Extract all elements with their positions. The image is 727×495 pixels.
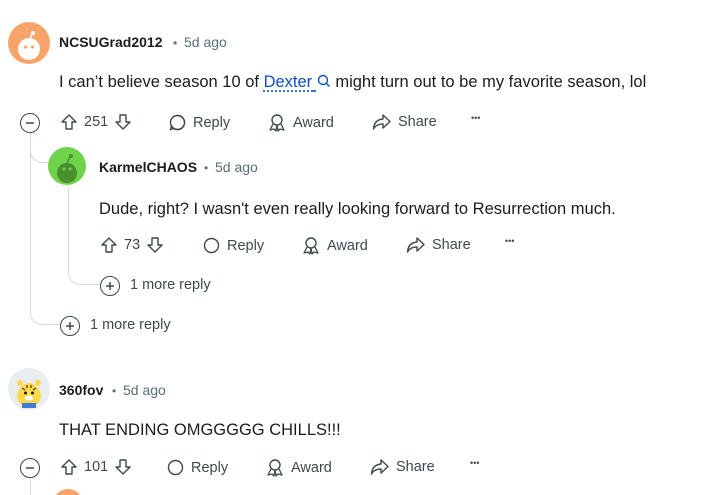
vote-bar: 251 — [60, 113, 132, 131]
comment-text: might turn out to be my favorite season,… — [330, 73, 647, 91]
collapse-button[interactable] — [20, 458, 40, 478]
avatar[interactable] — [48, 147, 86, 185]
vote-score: 101 — [84, 459, 109, 475]
share-label: Share — [432, 237, 471, 253]
more-options-icon: ••• — [471, 113, 481, 123]
more-options-button[interactable]: ••• — [470, 458, 479, 468]
more-options-button[interactable]: ••• — [471, 113, 480, 123]
reply-label: Reply — [227, 237, 265, 254]
more-replies-link[interactable]: 1 more reply — [130, 277, 211, 293]
collapse-icon — [26, 467, 34, 469]
award-icon — [267, 459, 283, 477]
comment-body: I can’t believe season 10 of Dexter migh… — [59, 73, 646, 92]
expand-icon — [106, 282, 114, 290]
expand-button[interactable] — [100, 276, 120, 296]
collapse-icon — [26, 122, 34, 124]
share-icon — [372, 114, 391, 130]
downvote-icon[interactable] — [146, 236, 164, 254]
upvote-icon[interactable] — [60, 458, 78, 476]
award-button[interactable]: Award — [265, 458, 332, 477]
upvote-icon[interactable] — [60, 113, 78, 131]
share-button[interactable]: Share — [370, 458, 435, 476]
timestamp[interactable]: 5d ago — [123, 382, 166, 398]
timestamp[interactable]: 5d ago — [184, 34, 227, 50]
snoo-avatar — [57, 154, 77, 183]
collapse-button[interactable] — [20, 113, 40, 133]
search-icon — [317, 74, 330, 87]
thread-curve-1b — [30, 280, 60, 325]
award-button[interactable]: Award — [301, 236, 368, 255]
vote-score: 251 — [84, 114, 109, 130]
expand-button[interactable] — [60, 316, 80, 336]
avatar[interactable] — [53, 489, 83, 495]
avatar[interactable] — [8, 22, 50, 64]
expand-icon — [66, 322, 74, 330]
downvote-icon[interactable] — [114, 458, 132, 476]
comment-text: I can’t believe season 10 of — [59, 73, 264, 91]
vote-score: 73 — [124, 237, 141, 253]
thread-curve-1a — [30, 133, 50, 163]
reply-button[interactable]: Reply — [166, 458, 228, 477]
snoo-avatar — [18, 31, 40, 60]
thread-curve-2 — [68, 240, 100, 285]
thread-line-3[interactable] — [30, 478, 31, 495]
username[interactable]: KarmelCHAOS — [99, 159, 197, 175]
reply-label: Reply — [193, 114, 231, 131]
more-options-icon: ••• — [470, 458, 480, 468]
avatar[interactable] — [8, 368, 50, 410]
upvote-icon[interactable] — [100, 236, 118, 254]
snoo-avatar — [17, 380, 41, 408]
award-icon — [269, 114, 285, 132]
comment-body: Dude, right? I wasn't even really lookin… — [99, 200, 616, 218]
share-label: Share — [396, 459, 435, 475]
reply-icon — [203, 237, 220, 254]
award-label: Award — [293, 114, 334, 131]
award-button[interactable]: Award — [267, 113, 334, 132]
username[interactable]: 360fov — [59, 382, 103, 398]
more-replies-link[interactable]: 1 more reply — [90, 317, 171, 333]
search-link[interactable]: Dexter — [264, 73, 331, 91]
separator: • — [204, 161, 209, 175]
share-label: Share — [398, 114, 437, 130]
separator: • — [173, 36, 178, 50]
share-button[interactable]: Share — [406, 236, 471, 254]
vote-bar: 73 — [100, 236, 164, 254]
comment-body: THAT ENDING OMGGGGG CHILLS!!! — [59, 421, 341, 439]
separator: • — [112, 384, 117, 398]
reply-button[interactable]: Reply — [202, 236, 264, 255]
search-link-text: Dexter — [263, 73, 313, 91]
award-icon — [303, 237, 319, 255]
reply-button[interactable]: Reply — [168, 113, 230, 132]
share-icon — [370, 459, 389, 475]
award-label: Award — [291, 459, 332, 476]
share-button[interactable]: Share — [372, 113, 437, 131]
reply-icon — [169, 114, 186, 131]
more-options-button[interactable]: ••• — [505, 236, 514, 246]
reply-label: Reply — [191, 459, 229, 476]
reply-icon — [167, 459, 184, 476]
timestamp[interactable]: 5d ago — [215, 159, 258, 175]
username[interactable]: NCSUGrad2012 — [59, 34, 163, 50]
downvote-icon[interactable] — [114, 113, 132, 131]
award-label: Award — [327, 237, 368, 254]
vote-bar: 101 — [60, 458, 132, 476]
more-options-icon: ••• — [505, 236, 515, 246]
share-icon — [406, 237, 425, 253]
